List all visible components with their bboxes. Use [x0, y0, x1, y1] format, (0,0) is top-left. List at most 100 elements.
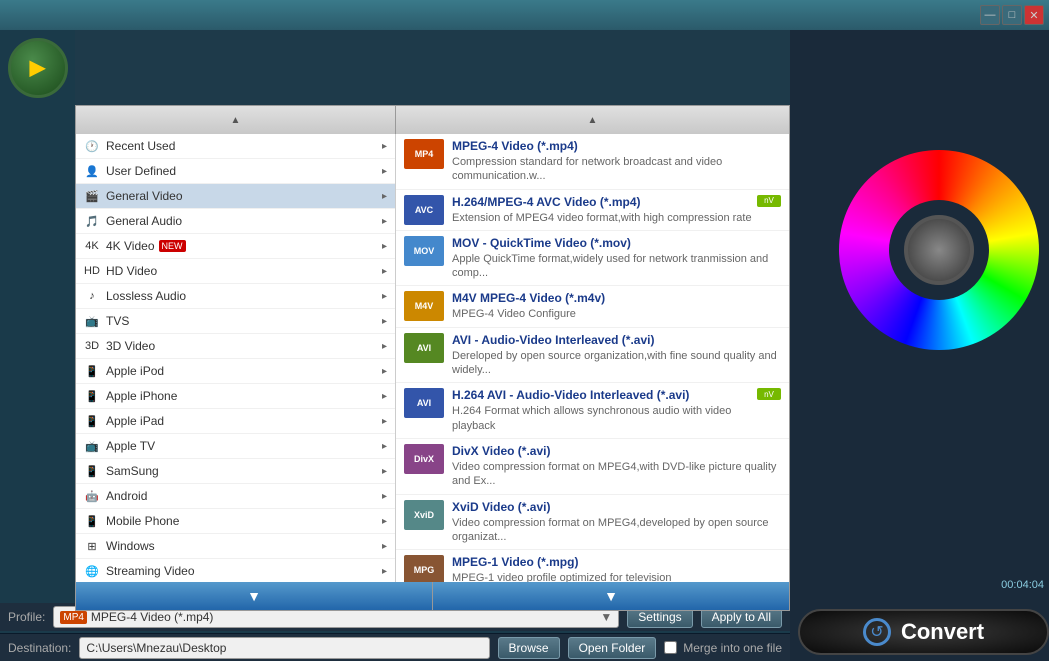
format-thumb-xvid: XviD — [404, 500, 444, 530]
format-name-h264-avi: H.264 AVI - Audio-Video Interleaved (*.a… — [452, 388, 753, 402]
formats-scroll-down[interactable]: ▼ — [433, 582, 789, 610]
dest-bar: Destination: Browse Open Folder Merge in… — [0, 633, 790, 661]
category-icon-general-video: 🎬 — [84, 188, 100, 204]
color-wheel-container — [839, 150, 1039, 350]
format-item-avi[interactable]: AVIAVI - Audio-Video Interleaved (*.avi)… — [396, 328, 789, 384]
panel-footer: ▼ ▼ — [76, 582, 789, 610]
category-item-hd-video[interactable]: HDHD Video▸ — [76, 259, 395, 284]
panel-body: 🕐Recent Used▸👤User Defined▸ 🎬 General Vide… — [76, 134, 789, 582]
format-thumb-avi: AVI — [404, 333, 444, 363]
category-arrow-4k-video: ▸ — [382, 241, 387, 252]
categories-scroll-down[interactable]: ▼ — [76, 582, 433, 610]
format-desc-divx: Video compression format on MPEG4,with D… — [452, 460, 781, 489]
format-info-m4v: M4V MPEG-4 Video (*.m4v)MPEG-4 Video Con… — [452, 291, 781, 321]
format-name-mpeg1: MPEG-1 Video (*.mpg) — [452, 555, 781, 569]
category-arrow-tvs: ▸ — [382, 316, 387, 327]
category-icon-apple-tv: 📺 — [84, 438, 100, 454]
category-label-general-audio: General Audio — [106, 214, 182, 228]
nvidia-badge-h264-mp4: nV — [757, 195, 781, 207]
category-arrow-samsung: ▸ — [382, 466, 387, 477]
category-label-android: Android — [106, 489, 147, 503]
format-desc-h264-avi: H.264 Format which allows synchronous au… — [452, 404, 753, 433]
category-icon-android: 🤖 — [84, 488, 100, 504]
category-item-apple-iphone[interactable]: 📱Apple iPhone▸ — [76, 384, 395, 409]
chevron-down-icon: ▼ — [247, 588, 261, 604]
category-label-apple-ipad: Apple iPad — [106, 414, 164, 428]
format-info-h264-mp4: H.264/MPEG-4 AVC Video (*.mp4)Extension … — [452, 195, 753, 225]
category-item-apple-tv[interactable]: 📺Apple TV▸ — [76, 434, 395, 459]
category-icon-apple-ipad: 📱 — [84, 413, 100, 429]
open-folder-button[interactable]: Open Folder — [568, 637, 657, 659]
format-thumb-h264-avi: AVI — [404, 388, 444, 418]
format-thumb-mp4: MP4 — [404, 139, 444, 169]
category-item-tvs[interactable]: 📺TVS▸ — [76, 309, 395, 334]
merge-label: Merge into one file — [683, 641, 782, 655]
convert-button[interactable]: ↺ Convert — [798, 609, 1049, 655]
profile-label: Profile: — [8, 610, 45, 624]
category-label-apple-ipod: Apple iPod — [106, 364, 164, 378]
new-badge-4k-video: NEW — [159, 240, 186, 252]
close-button[interactable]: ✕ — [1024, 5, 1044, 25]
format-info-mp4: MPEG-4 Video (*.mp4) Compression standard… — [452, 139, 781, 184]
category-item-general-video[interactable]: 🎬General Video▸ — [76, 184, 395, 209]
format-item-xvid[interactable]: XviDXviD Video (*.avi)Video compression … — [396, 495, 789, 551]
app-logo: ▶ — [0, 30, 75, 105]
format-thumb-mpeg1: MPG — [404, 555, 444, 582]
category-item-android[interactable]: 🤖Android▸ — [76, 484, 395, 509]
categories-scroll-up[interactable]: ▲ — [231, 115, 241, 126]
merge-checkbox-input[interactable] — [664, 641, 677, 654]
format-item-mp4[interactable]: MP4 MPEG-4 Video (*.mp4) Compression stand… — [396, 134, 789, 190]
category-icon-apple-ipod: 📱 — [84, 363, 100, 379]
format-name-mov: MOV - QuickTime Video (*.mov) — [452, 236, 781, 250]
category-item-user-defined[interactable]: 👤User Defined▸ — [76, 159, 395, 184]
category-item-3d-video[interactable]: 3D3D Video▸ — [76, 334, 395, 359]
format-item-mov[interactable]: MOVMOV - QuickTime Video (*.mov)Apple Qu… — [396, 231, 789, 287]
format-selector-panel: ▲ ▲ 🕐Recent Used▸👤User Defined▸ 🎬 General … — [75, 105, 790, 611]
category-item-apple-ipad[interactable]: 📱 Apple iPad ▸ — [76, 409, 395, 434]
category-arrow-apple-tv: ▸ — [382, 441, 387, 452]
category-icon-mobile-phone: 📱 — [84, 513, 100, 529]
format-info-divx: DivX Video (*.avi)Video compression form… — [452, 444, 781, 489]
formats-scroll-up[interactable]: ▲ — [588, 115, 598, 126]
format-info-mpeg1: MPEG-1 Video (*.mpg) MPEG-1 video profile… — [452, 555, 781, 582]
category-arrow-3d-video: ▸ — [382, 341, 387, 352]
logo-circle: ▶ — [8, 38, 68, 98]
format-name-mp4: MPEG-4 Video (*.mp4) — [452, 139, 781, 153]
category-arrow-lossless-audio: ▸ — [382, 291, 387, 302]
category-item-lossless-audio[interactable]: ♪Lossless Audio▸ — [76, 284, 395, 309]
category-item-recent-used[interactable]: 🕐Recent Used▸ — [76, 134, 395, 159]
format-item-h264-mp4[interactable]: AVC H.264/MPEG-4 AVC Video (*.mp4)Extensi… — [396, 190, 789, 231]
format-item-divx[interactable]: DivXDivX Video (*.avi)Video compression … — [396, 439, 789, 495]
color-wheel — [839, 150, 1039, 350]
destination-input[interactable] — [79, 637, 489, 659]
category-icon-windows: ⊞ — [84, 538, 100, 554]
minimize-button[interactable]: — — [980, 5, 1000, 25]
merge-checkbox[interactable]: Merge into one file — [664, 641, 782, 655]
format-item-m4v[interactable]: M4VM4V MPEG-4 Video (*.m4v)MPEG-4 Video … — [396, 286, 789, 327]
category-label-general-video: General Video — [106, 189, 183, 203]
category-arrow-mobile-phone: ▸ — [382, 516, 387, 527]
format-item-mpeg1[interactable]: MPG MPEG-1 Video (*.mpg) MPEG-1 video prof… — [396, 550, 789, 582]
category-icon-3d-video: 3D — [84, 338, 100, 354]
category-item-streaming-video[interactable]: 🌐Streaming Video▸ — [76, 559, 395, 582]
category-item-windows[interactable]: ⊞Windows▸ — [76, 534, 395, 559]
format-thumb-h264-mp4: AVC — [404, 195, 444, 225]
format-desc-mp4: Compression standard for network broadca… — [452, 155, 781, 184]
format-name-m4v: M4V MPEG-4 Video (*.m4v) — [452, 291, 781, 305]
category-label-tvs: TVS — [106, 314, 129, 328]
category-label-recent-used: Recent Used — [106, 139, 175, 153]
format-item-h264-avi[interactable]: AVI H.264 AVI - Audio-Video Interleaved (… — [396, 383, 789, 439]
browse-button[interactable]: Browse — [498, 637, 560, 659]
format-desc-mpeg1: MPEG-1 video profile optimized for telev… — [452, 571, 781, 582]
category-item-4k-video[interactable]: 4K4K VideoNEW▸ — [76, 234, 395, 259]
category-item-samsung[interactable]: 📱SamSung▸ — [76, 459, 395, 484]
categories-header: ▲ — [76, 106, 396, 134]
convert-icon: ↺ — [863, 618, 891, 646]
category-item-general-audio[interactable]: 🎵General Audio▸ — [76, 209, 395, 234]
category-arrow-apple-iphone: ▸ — [382, 391, 387, 402]
title-bar: — □ ✕ — [0, 0, 1049, 30]
category-item-mobile-phone[interactable]: 📱Mobile Phone▸ — [76, 509, 395, 534]
category-item-apple-ipod[interactable]: 📱Apple iPod▸ — [76, 359, 395, 384]
maximize-button[interactable]: □ — [1002, 5, 1022, 25]
category-arrow-apple-ipad: ▸ — [382, 416, 387, 427]
